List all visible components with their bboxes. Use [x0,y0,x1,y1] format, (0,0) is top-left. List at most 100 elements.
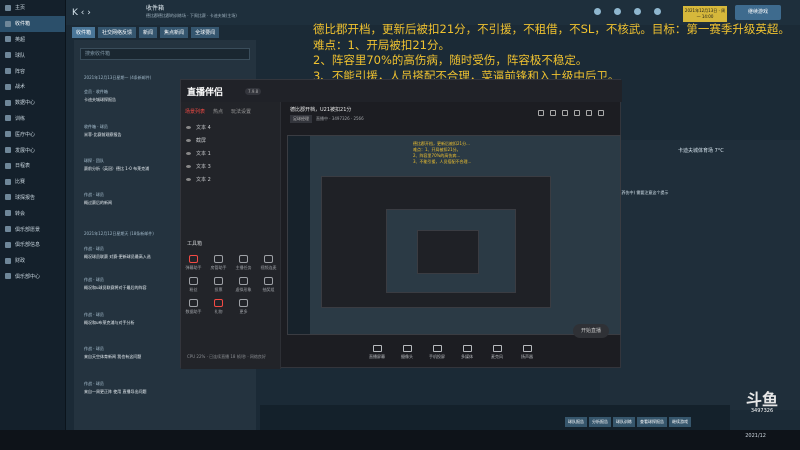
inbox-message[interactable]: 概况和u布莱克浦与对手分析 [84,320,135,326]
control-icon [522,345,532,352]
scene-tab[interactable]: 玩法设置 [231,108,251,115]
inbox-message[interactable]: 赛前分析（英冠）德比 1-0 布莱克浦 [84,166,149,172]
sidebar-item[interactable]: 阵容 [0,63,65,79]
tool-item[interactable]: 投票 [206,277,231,293]
tool-item[interactable]: 礼物 [206,299,231,315]
tool-item[interactable]: 房管助手 [206,255,231,271]
tool-item[interactable]: 弹幕助手 [181,255,206,271]
tool-item[interactable]: 虚拟形象 [231,277,256,293]
sidebar-item[interactable]: 数据中心 [0,95,65,111]
inbox-message[interactable]: 概况球员联赛 对赛-更新球员最高入选 [84,254,151,260]
inbox-message[interactable]: 卡迪夫城球探报告 [84,97,116,103]
eye-icon[interactable] [186,152,191,155]
sidebar-item[interactable]: 英超 [0,32,65,48]
bottom-button[interactable]: 查看球探报告 [637,417,667,427]
settings-icon[interactable] [550,110,556,116]
scene-tab[interactable]: 热点 [213,108,223,115]
continue-button[interactable]: 继续游戏 [735,5,781,20]
gift-icon[interactable] [574,110,580,116]
bottom-button[interactable]: 球队报告 [565,417,587,427]
room-category[interactable]: 足球经理 [290,115,312,123]
eye-icon[interactable] [186,178,191,181]
stream-preview[interactable]: 德比郡开档，更新后被扣21分... 难点：1、开局被扣21分。 2、阵容里70%的高… [287,135,621,335]
control-button[interactable]: 麦克风 [486,345,508,369]
bell-icon[interactable] [614,8,621,15]
source-item[interactable]: 文本 1 [181,147,280,160]
sidebar-item[interactable]: 主页 [0,0,65,16]
tab-item[interactable]: 社交网络反馈 [98,27,137,38]
sidebar-item[interactable]: 医疗中心 [0,126,65,142]
sidebar-item[interactable]: 日程表 [0,158,65,174]
control-button[interactable]: 摄像头 [396,345,418,369]
gear-icon[interactable] [654,8,661,15]
room-title[interactable]: 德比郡开档，U21被扣21分 [290,106,351,113]
inbox-message[interactable]: 作战 · 球员 [84,192,104,198]
sidebar-item[interactable]: 训练 [0,111,65,127]
tool-item[interactable]: 抽奖组 [256,277,281,293]
control-button[interactable]: 多媒体 [456,345,478,369]
bottom-button[interactable]: 分析报告 [589,417,611,427]
inbox-message[interactable]: 作战 · 球员 [84,346,104,352]
inbox-search-input[interactable]: 搜索收件箱 [80,48,250,60]
inbox-message[interactable]: 作战 · 球员 [84,277,104,283]
tool-item[interactable]: 主播任务 [231,255,256,271]
sidebar-item[interactable]: 球探报告 [0,190,65,206]
camera-icon[interactable] [538,110,544,116]
tool-item[interactable]: 数据助手 [181,299,206,315]
inbox-message[interactable]: 来自一周更正阵 使用 直播导出问题 [84,389,147,395]
control-button[interactable]: 手机投屏 [426,345,448,369]
tool-item[interactable]: 视频连麦 [256,255,281,271]
nav-arrows[interactable]: K ‹ › [66,8,91,18]
tab-item[interactable]: 收件箱 [72,27,96,38]
control-button[interactable]: 直播屏幕 [366,345,388,369]
sidebar-item[interactable]: 财政 [0,253,65,269]
tab-item[interactable]: 新闻 [139,27,158,38]
inbox-message[interactable]: 收件箱 · 球员 [84,124,108,130]
start-stream-button[interactable]: 开始直播 [573,324,609,338]
scene-tab[interactable]: 场景列表 [185,108,205,115]
sidebar-item[interactable]: 比赛 [0,174,65,190]
sidebar-item-label: 阵容 [15,68,26,75]
tool-icon [239,299,248,307]
inbox-message[interactable]: 概过赛后的新闻 [84,200,112,206]
tab-item[interactable]: 全球要闻 [191,27,220,38]
search-icon[interactable] [594,8,601,15]
sidebar-item[interactable]: 收件箱 [0,15,65,32]
inbox-message[interactable]: 米菲-比赛前观察报告 [84,132,121,138]
eye-icon[interactable] [186,126,191,129]
preview-nested-window-3 [417,230,479,274]
source-label: 截屏 [196,138,207,144]
inbox-message[interactable]: 作战 · 球员 [84,312,104,318]
bottom-button[interactable]: 继续游戏 [669,417,691,427]
sidebar-item[interactable]: 俱乐部愿景 [0,221,65,237]
source-label: 文本 1 [196,151,211,157]
sidebar-item[interactable]: 发展中心 [0,142,65,158]
tool-label: 数据助手 [185,309,202,314]
eye-icon[interactable] [186,165,191,168]
sidebar-item[interactable]: 俱乐部信息 [0,237,65,253]
sidebar-item[interactable]: 转会 [0,205,65,221]
source-item[interactable]: 文本 2 [181,173,280,186]
tab-item[interactable]: 焦点新闻 [160,27,189,38]
control-button[interactable]: 扬声器 [516,345,538,369]
inbox-message[interactable]: 会员 · 收件箱 [84,89,108,95]
chat-icon[interactable] [586,110,592,116]
inbox-message[interactable]: 概况和u球员联赛将对于最后的阵容 [84,285,147,291]
source-item[interactable]: 截屏 [181,134,280,147]
tool-item[interactable]: 粉丝 [181,277,206,293]
eye-icon[interactable] [186,139,191,142]
inbox-message[interactable]: 球探 · 团队 [84,158,104,164]
sidebar-item[interactable]: 战术 [0,79,65,95]
source-item[interactable]: 文本 4 [181,121,280,134]
inbox-message[interactable]: 作战 · 球员 [84,381,104,387]
chat-icon[interactable] [634,8,641,15]
more-icon[interactable] [598,110,604,116]
source-item[interactable]: 文本 3 [181,160,280,173]
tool-item[interactable]: 更多 [231,299,256,315]
inbox-message[interactable]: 作战 · 球员 [84,246,104,252]
sidebar-item[interactable]: 俱乐部中心 [0,269,65,285]
sidebar-item[interactable]: 球队 [0,47,65,63]
share-icon[interactable] [562,110,568,116]
inbox-message[interactable]: 来自天空体育新闻 我也有这问题 [84,354,141,360]
bottom-button[interactable]: 球队训练 [613,417,635,427]
